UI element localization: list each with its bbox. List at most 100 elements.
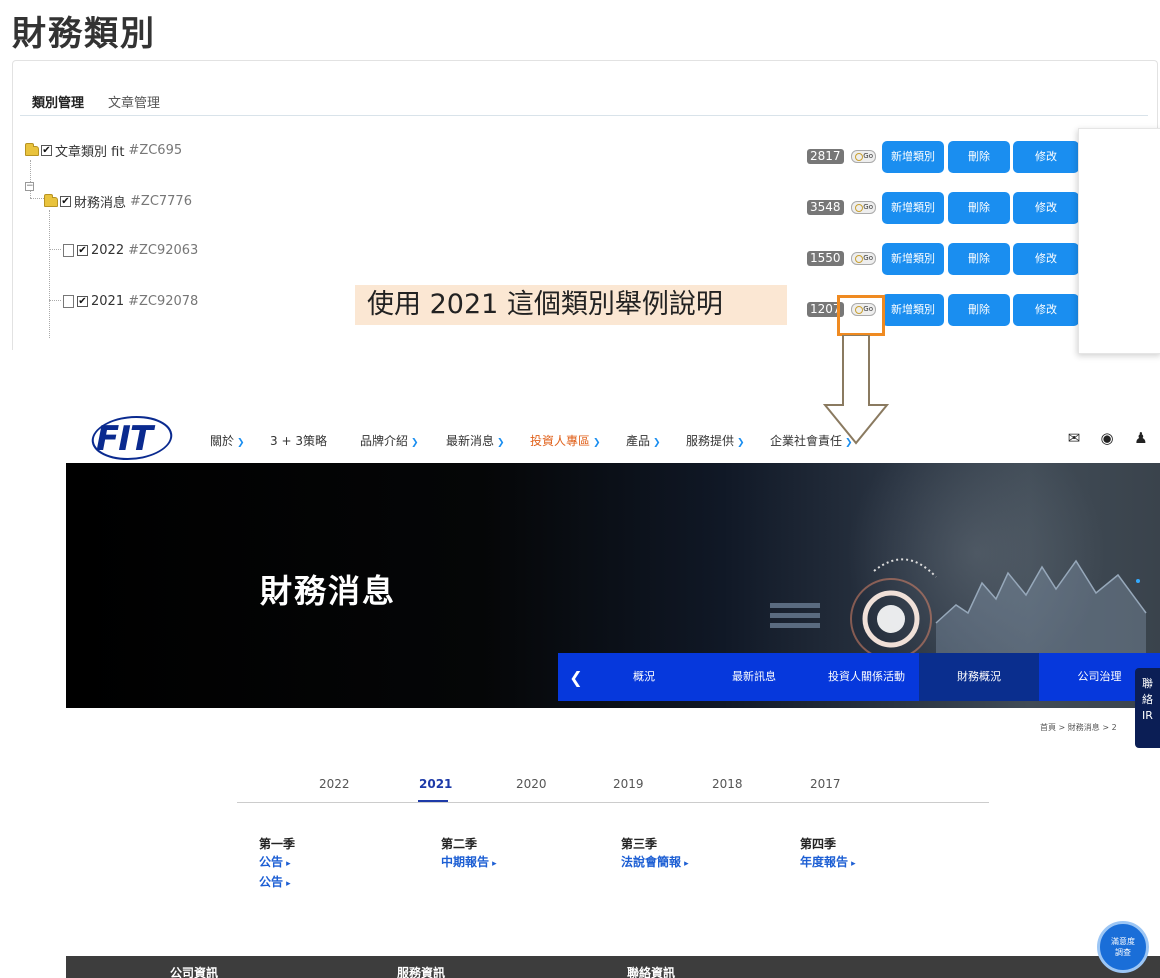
- nav-label: 投資人專區: [530, 434, 591, 448]
- nav-label: 最新消息: [446, 434, 495, 448]
- year-tab-2017[interactable]: 2017: [810, 777, 841, 791]
- go-button[interactable]: Go: [851, 252, 876, 265]
- edit-button[interactable]: 修改: [1013, 141, 1079, 173]
- tree-line: [30, 160, 31, 198]
- breadcrumb: 首頁 > 財務消息 > 2: [1040, 723, 1117, 732]
- go-button[interactable]: Go: [851, 201, 876, 214]
- checkbox-icon[interactable]: ✔: [60, 196, 71, 207]
- nav-csr[interactable]: 企業社會責任 ❯: [770, 432, 853, 449]
- contact-ir-tab[interactable]: 聯 絡 IR: [1135, 668, 1160, 748]
- annotation-callout: 使用 2021 這個類別舉例說明: [355, 285, 787, 325]
- chevron-down-icon: ❯: [845, 438, 853, 448]
- tree-item-label: 2022: [91, 243, 125, 258]
- edit-button[interactable]: 修改: [1013, 192, 1079, 224]
- nav-about[interactable]: 關於 ❯: [210, 432, 245, 449]
- fit-logo[interactable]: FIT: [96, 419, 153, 459]
- hero-chart-graphic: [770, 558, 1147, 653]
- subnav-ir-events[interactable]: 投資人關係活動: [814, 653, 919, 701]
- investor-subnav: ❮ 概況 最新訊息 投資人關係活動 財務概況 公司治理: [558, 653, 1160, 701]
- tree-item-root[interactable]: ✔ 文章類別 fit #ZC695: [25, 141, 182, 160]
- quarter-title: 第四季: [800, 837, 837, 851]
- nav-investor[interactable]: 投資人專區 ❯: [530, 432, 601, 449]
- tree-item-label: 財務消息: [74, 196, 127, 211]
- nav-brand[interactable]: 品牌介紹 ❯: [360, 432, 419, 449]
- article-count-badge: 3548: [807, 200, 844, 215]
- chevron-down-icon: ❯: [653, 438, 661, 448]
- nav-label: 關於: [210, 434, 235, 448]
- globe-icon[interactable]: ◉: [1099, 430, 1115, 446]
- report-link[interactable]: 年度報告: [800, 853, 856, 873]
- footer-contact-info: 聯絡資訊: [627, 966, 676, 978]
- side-panel: [1078, 128, 1160, 354]
- satisfaction-survey-button[interactable]: 滿意度 調查: [1097, 921, 1149, 973]
- tree-item-finance-news[interactable]: ✔ 財務消息 #ZC7776: [44, 192, 192, 211]
- chevron-down-icon: ❯: [411, 438, 419, 448]
- user-icon[interactable]: ♟: [1133, 430, 1149, 446]
- tree-item-code: #ZC92063: [128, 243, 199, 258]
- tree-item-2021[interactable]: ✔ 2021 #ZC92078: [63, 294, 198, 309]
- year-tab-2021[interactable]: 2021: [419, 777, 452, 791]
- year-tab-2022[interactable]: 2022: [319, 777, 350, 791]
- survey-label: 調查: [1115, 948, 1131, 957]
- checkbox-icon[interactable]: ✔: [77, 296, 88, 307]
- checkbox-icon[interactable]: ✔: [77, 245, 88, 256]
- year-tab-2020[interactable]: 2020: [516, 777, 547, 791]
- quarter-title: 第二季: [441, 837, 478, 851]
- add-category-button[interactable]: 新增類別: [882, 294, 944, 326]
- article-count-badge: 2817: [807, 149, 844, 164]
- report-link[interactable]: 公告: [259, 873, 295, 893]
- tree-item-2022[interactable]: ✔ 2022 #ZC92063: [63, 243, 198, 258]
- hero-title: 財務消息: [260, 572, 397, 610]
- nav-strategy[interactable]: 3 + 3策略: [270, 432, 327, 449]
- nav-products[interactable]: 產品 ❯: [626, 432, 661, 449]
- nav-services[interactable]: 服務提供 ❯: [686, 432, 745, 449]
- ir-tab-char: 絡: [1142, 693, 1153, 706]
- go-button[interactable]: Go: [851, 150, 876, 163]
- delete-button[interactable]: 刪除: [948, 141, 1010, 173]
- ir-tab-char: 聯: [1142, 677, 1153, 690]
- document-icon: [63, 244, 74, 257]
- chevron-down-icon: ❯: [737, 438, 745, 448]
- delete-button[interactable]: 刪除: [948, 294, 1010, 326]
- delete-button[interactable]: 刪除: [948, 192, 1010, 224]
- highlight-box: [837, 295, 885, 336]
- tree-item-label: 2021: [91, 294, 125, 309]
- tree-line: [49, 249, 61, 250]
- quarter-title: 第一季: [259, 837, 296, 851]
- tree-item-code: #ZC695: [128, 143, 183, 158]
- report-link[interactable]: 法說會簡報: [621, 853, 689, 873]
- nav-label: 服務提供: [686, 434, 735, 448]
- nav-label: 企業社會責任: [770, 434, 843, 448]
- folder-icon: [44, 193, 58, 207]
- subnav-latest-news[interactable]: 最新訊息: [694, 653, 814, 701]
- year-tab-2018[interactable]: 2018: [712, 777, 743, 791]
- add-category-button[interactable]: 新增類別: [882, 243, 944, 275]
- subnav-financial-overview[interactable]: 財務概況: [919, 653, 1039, 701]
- nav-news[interactable]: 最新消息 ❯: [446, 432, 505, 449]
- add-category-button[interactable]: 新增類別: [882, 192, 944, 224]
- report-link[interactable]: 中期報告: [441, 853, 497, 873]
- checkbox-icon[interactable]: ✔: [41, 145, 52, 156]
- edit-button[interactable]: 修改: [1013, 243, 1079, 275]
- nav-label: 品牌介紹: [360, 434, 409, 448]
- quarter-title: 第三季: [621, 837, 658, 851]
- chevron-down-icon: ❯: [497, 438, 505, 448]
- tab-article-management[interactable]: 文章管理: [108, 92, 160, 111]
- year-tab-2019[interactable]: 2019: [613, 777, 644, 791]
- edit-button[interactable]: 修改: [1013, 294, 1079, 326]
- chevron-left-icon[interactable]: ❮: [558, 668, 594, 687]
- quarter-q2: 第二季 中期報告: [441, 835, 497, 873]
- tab-category-management[interactable]: 類別管理: [32, 92, 84, 111]
- quarter-q3: 第三季 法說會簡報: [621, 835, 689, 873]
- collapse-icon[interactable]: −: [25, 182, 34, 191]
- page-title: 財務類別: [12, 14, 156, 54]
- page-root: 財務類別 類別管理 文章管理 − ✔ 文章類別 fit #ZC695 ✔ 財務消…: [0, 0, 1160, 978]
- mail-icon[interactable]: ✉: [1066, 430, 1082, 446]
- add-category-button[interactable]: 新增類別: [882, 141, 944, 173]
- report-link[interactable]: 公告: [259, 853, 295, 873]
- document-icon: [63, 295, 74, 308]
- year-divider: [237, 802, 989, 803]
- survey-label: 滿意度: [1111, 937, 1135, 946]
- delete-button[interactable]: 刪除: [948, 243, 1010, 275]
- subnav-overview[interactable]: 概況: [594, 653, 694, 701]
